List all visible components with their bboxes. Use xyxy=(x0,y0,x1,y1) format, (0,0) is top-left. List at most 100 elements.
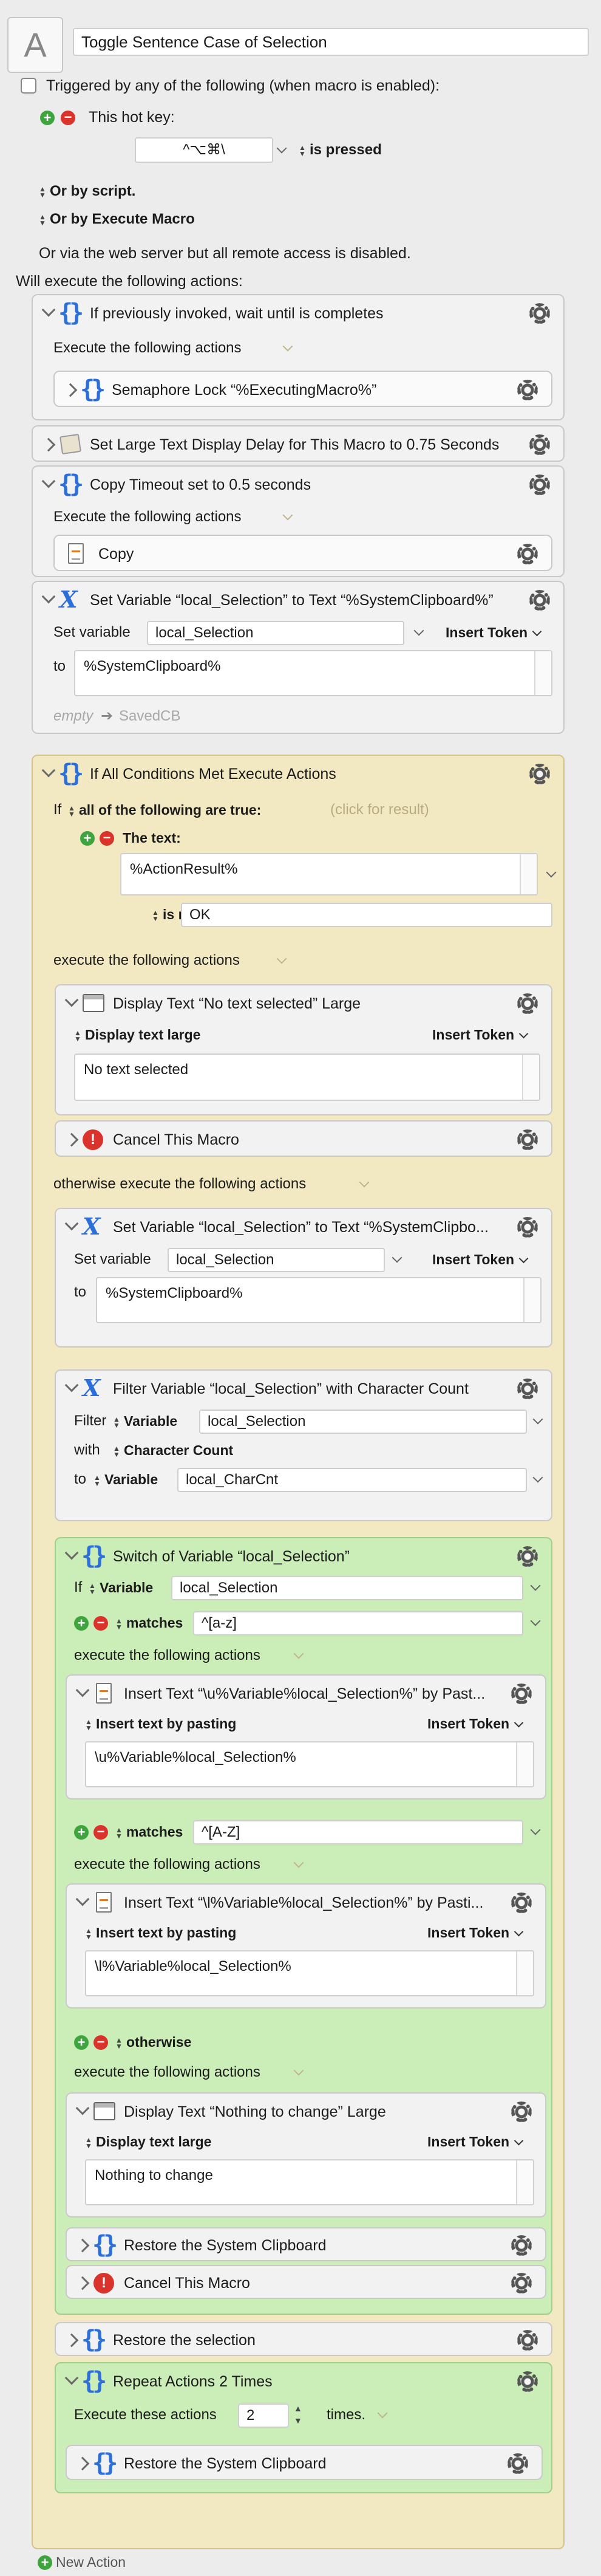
add-case-icon[interactable]: + xyxy=(74,2035,89,2050)
trigger-checkbox[interactable] xyxy=(21,78,36,94)
filter-variable-chevron-icon[interactable] xyxy=(532,1414,543,1425)
gear-icon[interactable] xyxy=(517,1217,538,1238)
action-copy-timeout[interactable]: {} Copy Timeout set to 0.5 seconds Execut… xyxy=(32,465,565,577)
gear-icon[interactable] xyxy=(511,2235,532,2256)
gear-icon[interactable] xyxy=(511,2102,532,2122)
click-for-result[interactable]: (click for result) xyxy=(330,801,429,819)
chevron-down-icon[interactable] xyxy=(293,1857,304,1868)
case-1-chevron-icon[interactable] xyxy=(530,1615,541,1626)
stepper-icon[interactable]: ▲ ▼ xyxy=(294,2402,302,2427)
remove-condition-icon[interactable]: − xyxy=(100,831,114,846)
gear-icon[interactable] xyxy=(511,2273,532,2293)
chevron-down-icon[interactable] xyxy=(293,2065,304,2076)
action-repeat[interactable]: {} Repeat Actions 2 Times Execute these a… xyxy=(55,2362,552,2493)
action-display-nothing[interactable]: Display Text “Nothing to change” Large ▲… xyxy=(66,2092,546,2218)
action-restore-clipboard-2[interactable]: {} Restore the System Clipboard xyxy=(66,2445,543,2480)
add-condition-icon[interactable]: + xyxy=(80,831,95,846)
switch-variable-field[interactable]: local_Selection xyxy=(171,1576,523,1600)
gear-icon[interactable] xyxy=(517,1379,538,1399)
gear-icon[interactable] xyxy=(517,2371,538,2392)
hotkey-dropdown-chevron-icon[interactable] xyxy=(276,143,287,154)
collapse-chevron-icon[interactable] xyxy=(75,2101,90,2115)
condition-text-field[interactable]: %ActionResult% xyxy=(120,853,538,896)
collapse-chevron-icon[interactable] xyxy=(41,303,56,317)
gear-icon[interactable] xyxy=(511,1893,532,1913)
action-large-text-delay[interactable]: Set Large Text Display Delay for This Ma… xyxy=(32,425,565,462)
filter-dest-type[interactable]: ▲ ▼ Variable xyxy=(93,1470,158,1488)
expand-chevron-icon[interactable] xyxy=(75,2238,90,2253)
insert-textarea[interactable]: \u%Variable%local_Selection% xyxy=(85,1741,534,1787)
action-insert-text-upper[interactable]: Insert Text “\u%Variable%local_Selection… xyxy=(66,1674,546,1800)
collapse-chevron-icon[interactable] xyxy=(64,1216,79,1231)
switch-source-type[interactable]: ▲ ▼ Variable xyxy=(89,1578,153,1597)
add-case-icon[interactable]: + xyxy=(74,1616,89,1631)
value-textarea[interactable]: %SystemClipboard% xyxy=(74,650,552,696)
destination-variable-chevron-icon[interactable] xyxy=(532,1472,543,1483)
condition-dropdown-chevron-icon[interactable] xyxy=(546,867,557,878)
action-set-variable-2[interactable]: X Set Variable “local_Selection” to Text … xyxy=(55,1208,552,1348)
collapse-chevron-icon[interactable] xyxy=(41,763,56,778)
collapse-chevron-icon[interactable] xyxy=(75,1892,90,1906)
chevron-down-icon[interactable] xyxy=(276,953,287,964)
display-textarea[interactable]: Nothing to change xyxy=(85,2159,534,2205)
scrollbar[interactable] xyxy=(522,1055,539,1100)
action-switch-variable[interactable]: {} Switch of Variable “local_Selection” I… xyxy=(55,1537,552,2315)
action-display-no-text[interactable]: Display Text “No text selected” Large ▲ ▼… xyxy=(55,984,552,1115)
chevron-down-icon[interactable] xyxy=(377,2408,388,2419)
expand-chevron-icon[interactable] xyxy=(75,2276,90,2290)
destination-variable-field[interactable]: local_CharCnt xyxy=(177,1468,527,1492)
collapse-chevron-icon[interactable] xyxy=(64,2371,79,2385)
action-restore-clipboard-1[interactable]: {} Restore the System Clipboard xyxy=(66,2227,546,2261)
expand-chevron-icon[interactable] xyxy=(64,2333,79,2348)
macro-icon[interactable]: A xyxy=(7,17,63,73)
new-action-icon[interactable]: + xyxy=(38,2555,52,2570)
add-case-icon[interactable]: + xyxy=(74,1825,89,1840)
or-by-script[interactable]: ▲ ▼ Or by script. xyxy=(39,182,135,200)
otherwise-case[interactable]: ▲ ▼ otherwise xyxy=(115,2033,191,2051)
action-filter-variable[interactable]: X Filter Variable “local_Selection” with … xyxy=(55,1369,552,1521)
display-mode[interactable]: ▲ ▼ Display text large xyxy=(85,2132,211,2151)
remove-trigger-icon[interactable]: − xyxy=(61,111,75,125)
insert-token-button[interactable]: Insert Token xyxy=(427,1923,522,1942)
gear-icon[interactable] xyxy=(517,1546,538,1567)
collapse-chevron-icon[interactable] xyxy=(64,993,79,1007)
hotkey-field[interactable]: ^⌥⌘\ xyxy=(135,137,273,163)
gear-icon[interactable] xyxy=(517,993,538,1014)
variable-dropdown-chevron-icon[interactable] xyxy=(413,625,424,636)
remove-case-icon[interactable]: − xyxy=(93,1616,108,1631)
scrollbar[interactable] xyxy=(534,651,551,695)
filter-source-type[interactable]: ▲ ▼ Variable xyxy=(113,1412,177,1430)
scrollbar[interactable] xyxy=(520,854,537,894)
filter-type[interactable]: ▲ ▼ Character Count xyxy=(113,1441,233,1459)
filter-variable-field[interactable]: local_Selection xyxy=(199,1410,527,1434)
case-1-operator[interactable]: ▲ ▼ matches xyxy=(115,1614,183,1632)
action-if-previously-invoked[interactable]: {} If previously invoked, wait until is c… xyxy=(32,294,565,420)
chevron-down-icon[interactable] xyxy=(282,341,293,352)
remove-case-icon[interactable]: − xyxy=(93,1825,108,1840)
insert-token-button[interactable]: Insert Token xyxy=(427,2132,522,2151)
gear-icon[interactable] xyxy=(511,1684,532,1704)
expand-chevron-icon[interactable] xyxy=(75,2456,90,2471)
macro-title-field[interactable]: Toggle Sentence Case of Selection xyxy=(73,28,589,56)
action-copy[interactable]: Copy xyxy=(53,535,552,571)
gear-icon[interactable] xyxy=(517,1129,538,1150)
chevron-down-icon[interactable] xyxy=(359,1177,370,1188)
variable-name-field[interactable]: local_Selection xyxy=(168,1248,385,1272)
scrollbar[interactable] xyxy=(516,1951,533,1995)
or-by-execute-macro[interactable]: ▲ ▼ Or by Execute Macro xyxy=(39,210,195,228)
collapse-chevron-icon[interactable] xyxy=(64,1378,79,1392)
gear-icon[interactable] xyxy=(529,764,550,784)
expand-chevron-icon[interactable] xyxy=(41,437,56,452)
is-not-value-field[interactable]: OK xyxy=(181,903,552,927)
expand-chevron-icon[interactable] xyxy=(64,1132,79,1147)
scrollbar[interactable] xyxy=(516,2160,533,2204)
scrollbar[interactable] xyxy=(523,1278,540,1322)
chevron-down-icon[interactable] xyxy=(293,1648,304,1659)
scrollbar[interactable] xyxy=(516,1742,533,1786)
insert-token-button[interactable]: Insert Token xyxy=(432,1250,527,1269)
conditions-mode[interactable]: ▲ ▼ all of the following are true: xyxy=(68,801,261,819)
repeat-count-field[interactable]: 2 xyxy=(238,2403,289,2428)
hotkey-state[interactable]: ▲ ▼ is pressed xyxy=(299,141,382,159)
insert-mode[interactable]: ▲ ▼ Insert text by pasting xyxy=(85,1923,236,1942)
action-cancel-macro-1[interactable]: ! Cancel This Macro xyxy=(55,1120,552,1157)
